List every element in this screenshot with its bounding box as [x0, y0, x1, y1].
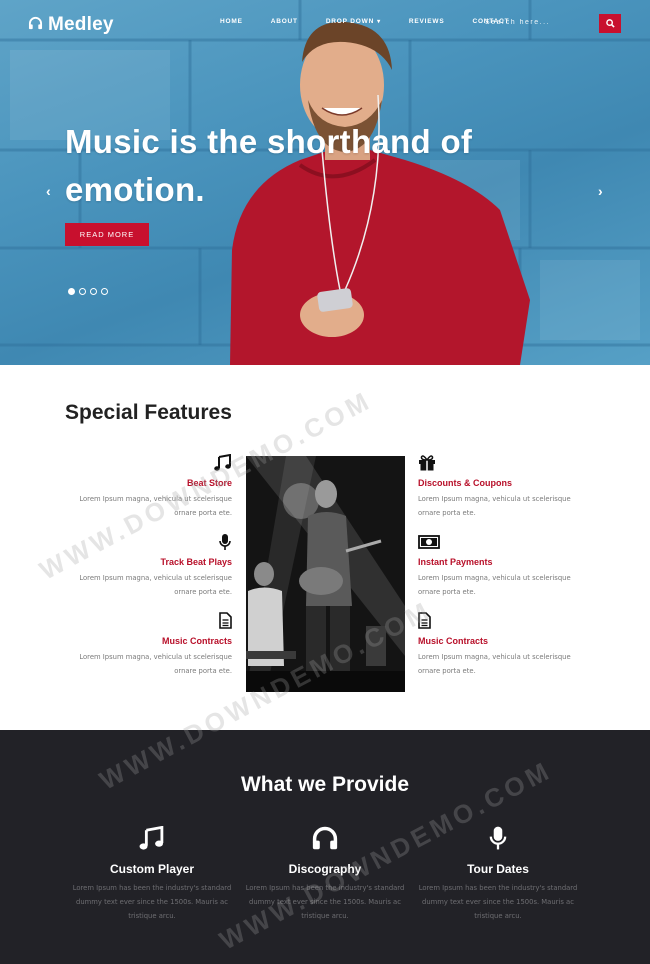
search-icon	[605, 16, 615, 31]
slider-dot-4[interactable]	[101, 288, 108, 295]
brand-name: Medley	[48, 14, 114, 35]
hero-slider: Medley HOME ABOUT DROP DOWN ▾ REVIEWS CON…	[0, 0, 650, 365]
slider-dot-2[interactable]	[79, 288, 86, 295]
microphone-icon	[488, 825, 508, 856]
slider-dot-1[interactable]	[68, 288, 75, 295]
search-input[interactable]	[485, 15, 580, 29]
slider-next-arrow[interactable]: ›	[598, 183, 603, 199]
feature-description: Lorem Ipsum magna, vehicula ut scelerisq…	[418, 653, 571, 675]
top-navbar: Medley HOME ABOUT DROP DOWN ▾ REVIEWS CON…	[0, 0, 650, 48]
provide-custom-player: Custom Player Lorem Ipsum has been the i…	[67, 825, 237, 923]
feature-music-contracts-left: Music Contracts Lorem Ipsum magna, vehic…	[72, 612, 232, 678]
special-features-section: Special Features Beat Store Lorem Ipsum …	[0, 365, 650, 730]
provide-tour-dates: Tour Dates Lorem Ipsum has been the indu…	[413, 826, 583, 923]
provide-description: Lorem Ipsum has been the industry's stan…	[418, 884, 578, 920]
brand-logo[interactable]: Medley	[28, 14, 114, 36]
microphone-icon	[218, 533, 232, 556]
feature-description: Lorem Ipsum magna, vehicula ut scelerisq…	[79, 653, 232, 675]
music-note-icon	[139, 825, 165, 855]
document-icon	[418, 612, 431, 634]
headphones-icon	[28, 16, 43, 35]
feature-description: Lorem Ipsum magna, vehicula ut scelerisq…	[418, 495, 571, 517]
what-we-provide-section: What we Provide Custom Player Lorem Ipsu…	[0, 730, 650, 964]
search-button[interactable]	[599, 14, 621, 33]
provide-discography: Discography Lorem Ipsum has been the ind…	[240, 826, 410, 923]
slider-dot-3[interactable]	[90, 288, 97, 295]
feature-name: Instant Payments	[418, 557, 493, 567]
nav-home[interactable]: HOME	[220, 18, 243, 25]
feature-track-beat-plays: Track Beat Plays Lorem Ipsum magna, vehi…	[72, 533, 232, 599]
nav-dropdown[interactable]: DROP DOWN ▾	[326, 18, 381, 25]
read-more-button[interactable]: READ MORE	[65, 223, 149, 246]
provide-title: What we Provide	[240, 773, 410, 796]
feature-instant-payments: Instant Payments Lorem Ipsum magna, vehi…	[418, 534, 578, 599]
feature-name: Music Contracts	[418, 636, 489, 646]
feature-description: Lorem Ipsum magna, vehicula ut scelerisq…	[79, 574, 232, 596]
feature-description: Lorem Ipsum magna, vehicula ut scelerisq…	[79, 495, 232, 517]
money-icon	[418, 534, 440, 554]
nav-about[interactable]: ABOUT	[271, 18, 298, 25]
provide-name: Custom Player	[109, 862, 195, 876]
document-icon	[219, 612, 232, 634]
provide-description: Lorem Ipsum has been the industry's stan…	[245, 884, 405, 920]
hero-title: Music is the shorthand of emotion.	[65, 123, 473, 208]
feature-name: Track Beat Plays	[160, 557, 232, 567]
headphones-icon	[311, 825, 339, 856]
feature-name: Music Contracts	[161, 636, 232, 646]
gift-icon	[418, 454, 436, 476]
provide-name: Tour Dates	[467, 862, 529, 876]
slider-dots	[68, 288, 108, 295]
features-title: Special Features	[65, 401, 232, 424]
provide-name: Discography	[288, 862, 362, 876]
slider-prev-arrow[interactable]: ‹	[46, 183, 51, 199]
feature-beat-store: Beat Store Lorem Ipsum magna, vehicula u…	[72, 453, 232, 520]
feature-description: Lorem Ipsum magna, vehicula ut scelerisq…	[418, 574, 571, 596]
concert-image	[246, 456, 405, 692]
nav-dropdown-label: DROP DOWN	[325, 18, 375, 25]
feature-discounts-coupons: Discounts & Coupons Lorem Ipsum magna, v…	[418, 454, 578, 520]
chevron-down-icon: ▾	[377, 19, 381, 25]
nav-reviews[interactable]: REVIEWS	[409, 18, 445, 25]
feature-music-contracts-right: Music Contracts Lorem Ipsum magna, vehic…	[418, 612, 578, 678]
music-note-icon	[214, 453, 232, 476]
provide-description: Lorem Ipsum has been the industry's stan…	[72, 884, 232, 920]
feature-name: Discounts & Coupons	[418, 478, 512, 488]
feature-name: Beat Store	[186, 478, 232, 488]
